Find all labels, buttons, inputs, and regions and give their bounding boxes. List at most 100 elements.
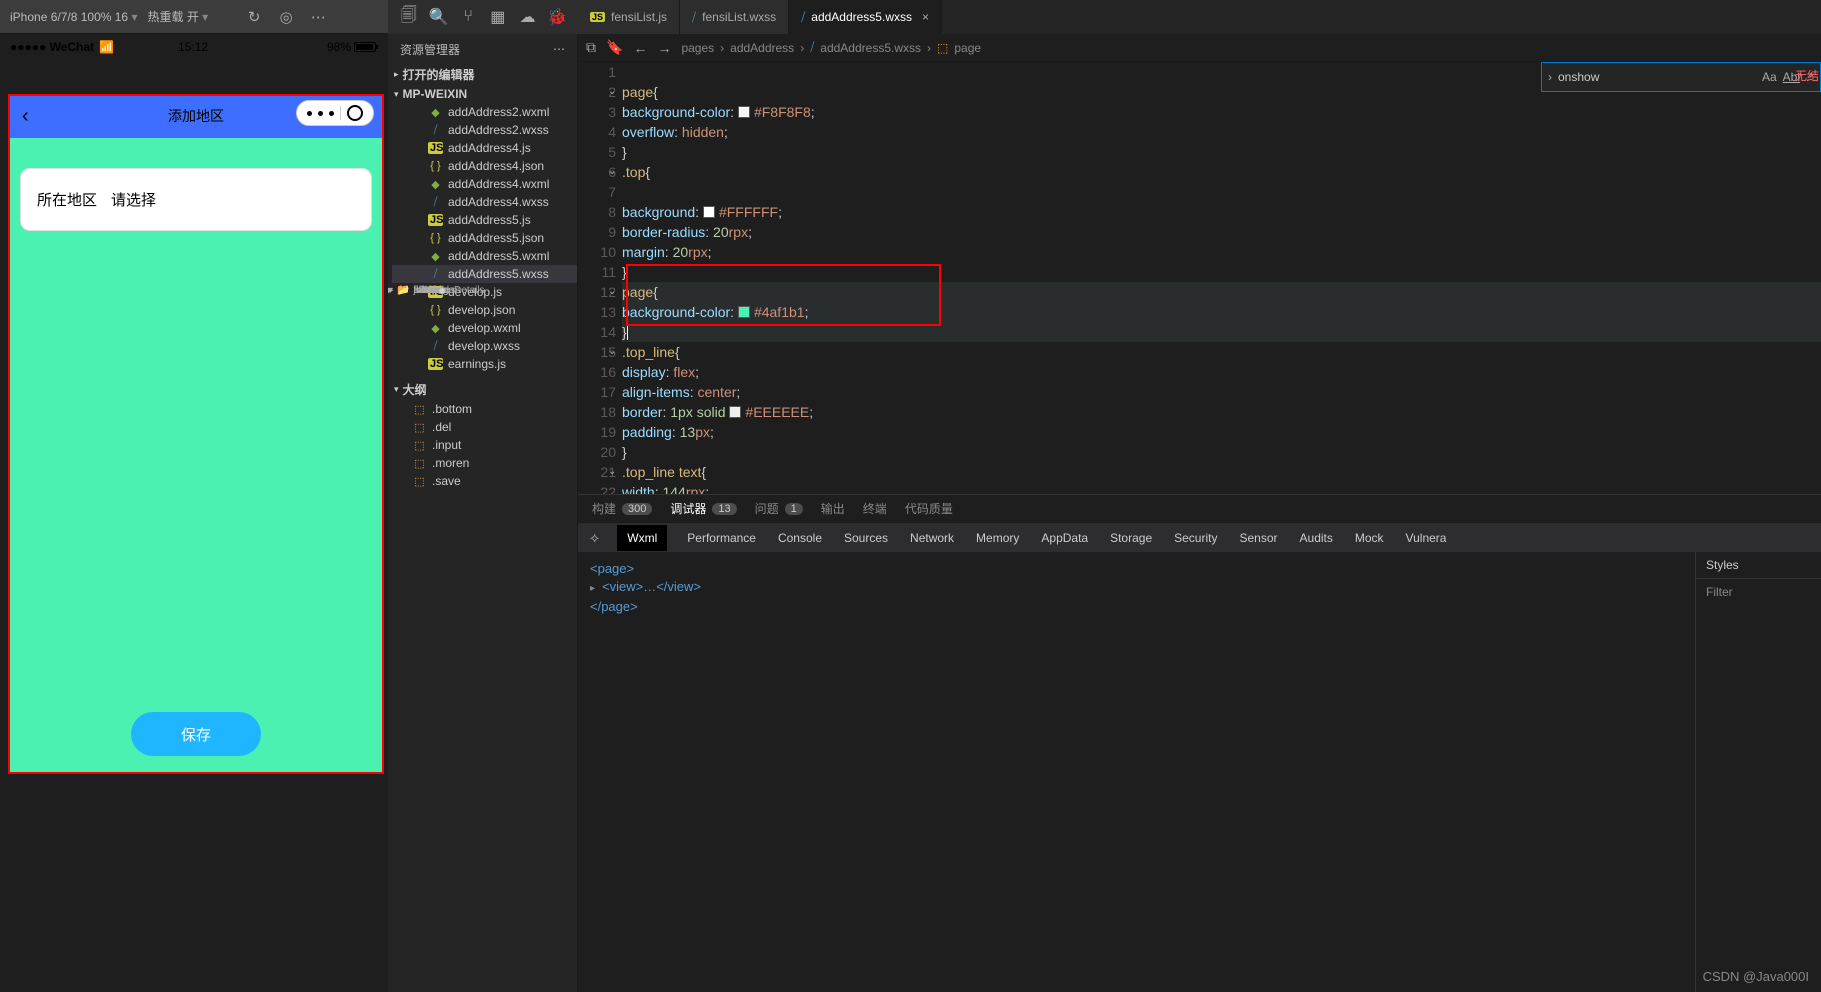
close-icon[interactable]: × <box>922 10 929 24</box>
rotate-icon[interactable]: ↻ <box>240 3 268 31</box>
dtab-Vulnera[interactable]: Vulnera <box>1404 527 1449 549</box>
outline-.del[interactable]: ⬚.del <box>392 418 577 436</box>
hot-reload[interactable]: 热重载 开 ▾ <box>147 8 208 25</box>
file-addAddress4.json[interactable]: { }addAddress4.json <box>392 157 577 175</box>
simulator-screen: ‹ 添加地区 所在地区 请选择 保存 <box>8 94 384 774</box>
crumb-folder[interactable]: addAddress <box>730 41 794 55</box>
btab-终端[interactable]: 终端 <box>863 500 887 517</box>
crumb-file[interactable]: addAddress5.wxss <box>820 41 921 55</box>
dom-page-open[interactable]: <page> <box>590 561 634 576</box>
dom-view[interactable]: <view> <box>602 579 643 594</box>
file-addAddress5.js[interactable]: JSaddAddress5.js <box>392 211 577 229</box>
git-icon[interactable]: ⑂ <box>453 2 483 32</box>
search-icon[interactable]: 🔍 <box>424 2 454 32</box>
btab-构建[interactable]: 构建300 <box>592 500 652 517</box>
btab-输出[interactable]: 输出 <box>821 500 845 517</box>
more-icon[interactable]: ⋯ <box>304 3 332 31</box>
crumb-symbol[interactable]: page <box>954 41 981 55</box>
dtab-AppData[interactable]: AppData <box>1039 527 1090 549</box>
dtab-Sensor[interactable]: Sensor <box>1237 527 1279 549</box>
region-label: 所在地区 <box>37 189 97 210</box>
tab-fensiList.js[interactable]: JSfensiList.js <box>578 0 680 34</box>
inspect-icon[interactable]: ⟡ <box>590 529 599 546</box>
explorer-panel: 资源管理器⋯ ▸打开的编辑器 ▾MP-WEIXIN ◆addAddress2.w… <box>388 34 578 992</box>
folder-mine[interactable]: ▾📂mine <box>388 283 451 298</box>
file-addAddress4.wxml[interactable]: ◆addAddress4.wxml <box>392 175 577 193</box>
outline-section[interactable]: ▾大纲 <box>388 379 577 400</box>
watermark: CSDN @Java000I <box>1703 969 1809 984</box>
crumb-pages[interactable]: pages <box>681 41 714 55</box>
fwd-nav-icon[interactable]: → <box>657 40 671 56</box>
clock-label: 15:12 <box>178 40 208 54</box>
record-icon[interactable]: ◎ <box>272 3 300 31</box>
styles-header[interactable]: Styles <box>1696 552 1821 579</box>
btab-代码质量[interactable]: 代码质量 <box>905 500 953 517</box>
outline-.moren[interactable]: ⬚.moren <box>392 454 577 472</box>
wifi-icon: 📶 <box>99 40 114 54</box>
capsule-button[interactable] <box>296 100 374 126</box>
explorer-more-icon[interactable]: ⋯ <box>553 42 565 56</box>
btab-调试器[interactable]: 调试器13 <box>670 500 736 517</box>
editor-breadcrumb: ⧉ 🔖 ← → pages› addAddress› ⧸addAddress5.… <box>578 34 1821 62</box>
outline-.input[interactable]: ⬚.input <box>392 436 577 454</box>
bottom-tabs: 构建300 调试器13 问题1 输出 终端 代码质量 <box>578 494 1821 522</box>
wxml-panel[interactable]: <page> ▸<view>…</view> </page> <box>578 552 1695 992</box>
editor-tabs: JSfensiList.js⧸fensiList.wxss⧸addAddress… <box>578 0 1821 34</box>
dtab-Performance[interactable]: Performance <box>685 527 758 549</box>
find-input[interactable]: onshow <box>1558 70 1756 84</box>
file-addAddress5.wxml[interactable]: ◆addAddress5.wxml <box>392 247 577 265</box>
split-icon[interactable]: ⧉ <box>586 39 596 56</box>
dtab-Wxml[interactable]: Wxml <box>617 525 667 551</box>
bookmark-icon[interactable]: 🔖 <box>606 39 623 56</box>
file-earnings.js[interactable]: JSearnings.js <box>392 355 577 373</box>
page-title: 添加地区 <box>168 106 224 126</box>
battery-label: 98% <box>327 40 376 54</box>
ext-icon[interactable]: ▦ <box>483 2 513 32</box>
dtab-Network[interactable]: Network <box>908 527 956 549</box>
outline-.save[interactable]: ⬚.save <box>392 472 577 490</box>
devtools-tabs: ⟡ Wxml Performance Console Sources Network Me… <box>578 522 1821 552</box>
file-addAddress2.wxml[interactable]: ◆addAddress2.wxml <box>392 103 577 121</box>
no-results-label: 无结 <box>1795 67 1819 84</box>
debug-icon[interactable]: 🐞 <box>542 2 572 32</box>
dtab-Audits[interactable]: Audits <box>1298 527 1335 549</box>
styles-filter[interactable]: Filter <box>1696 579 1821 605</box>
find-widget[interactable]: › onshow Aa Abl .* <box>1541 62 1821 92</box>
dtab-Storage[interactable]: Storage <box>1108 527 1154 549</box>
expand-find-icon[interactable]: › <box>1548 70 1552 84</box>
dtab-Sources[interactable]: Sources <box>842 527 890 549</box>
save-button[interactable]: 保存 <box>131 712 261 756</box>
back-icon[interactable]: ‹ <box>22 105 29 128</box>
region-value: 请选择 <box>111 189 156 210</box>
file-addAddress4.js[interactable]: JSaddAddress4.js <box>392 139 577 157</box>
sim-status-bar: ●●●●● WeChat 📶 15:12 98% <box>0 34 386 60</box>
code-editor[interactable]: 12345678910111213141516171819202122 ⌄pag… <box>578 62 1821 492</box>
dtab-Security[interactable]: Security <box>1172 527 1219 549</box>
dom-page-close[interactable]: </page> <box>590 599 638 614</box>
file-addAddress5.wxss[interactable]: ⧸addAddress5.wxss <box>392 265 577 283</box>
region-card[interactable]: 所在地区 请选择 <box>20 168 372 231</box>
tab-fensiList.wxss[interactable]: ⧸fensiList.wxss <box>680 0 789 34</box>
files-icon[interactable]: 🗐 <box>394 2 424 32</box>
dtab-Mock[interactable]: Mock <box>1353 527 1386 549</box>
device-selector[interactable]: iPhone 6/7/8 100% 16 ▾ <box>10 10 137 24</box>
file-tree: ◆addAddress2.wxml⧸addAddress2.wxssJSaddA… <box>388 103 577 283</box>
cloud-icon[interactable]: ☁ <box>513 2 543 32</box>
file-develop.wxml[interactable]: ◆develop.wxml <box>392 319 577 337</box>
file-develop.json[interactable]: { }develop.json <box>392 301 577 319</box>
match-case-icon[interactable]: Aa <box>1762 70 1777 84</box>
file-addAddress2.wxss[interactable]: ⧸addAddress2.wxss <box>392 121 577 139</box>
project-section[interactable]: ▾MP-WEIXIN <box>388 85 577 103</box>
open-editors-section[interactable]: ▸打开的编辑器 <box>388 64 577 85</box>
btab-问题[interactable]: 问题1 <box>755 500 803 517</box>
outline-.bottom[interactable]: ⬚.bottom <box>392 400 577 418</box>
file-addAddress5.json[interactable]: { }addAddress5.json <box>392 229 577 247</box>
dtab-Memory[interactable]: Memory <box>974 527 1021 549</box>
back-nav-icon[interactable]: ← <box>633 40 647 56</box>
signal-label: ●●●●● WeChat <box>10 40 94 54</box>
tab-addAddress5.wxss[interactable]: ⧸addAddress5.wxss× <box>789 0 942 34</box>
file-addAddress4.wxss[interactable]: ⧸addAddress4.wxss <box>392 193 577 211</box>
dtab-Console[interactable]: Console <box>776 527 824 549</box>
file-develop.wxss[interactable]: ⧸develop.wxss <box>392 337 577 355</box>
sim-navbar: ‹ 添加地区 <box>10 94 382 138</box>
